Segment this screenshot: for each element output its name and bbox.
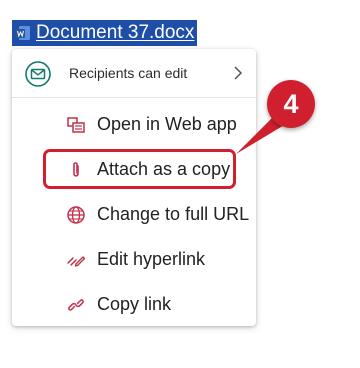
step-number-text: 4 [283,88,299,119]
open-in-web-app-label: Open in Web app [97,114,237,134]
link-icon [66,295,86,315]
globe-icon [66,205,86,225]
document-link[interactable]: Document 37.docx [12,20,198,46]
edit-link-icon [66,250,86,270]
document-link-selection[interactable]: Document 37.docx [12,20,198,46]
document-link-text[interactable]: Document 37.docx [34,22,194,44]
recipients-permission-label: Recipients can edit [69,65,188,81]
open-in-web-app-item[interactable]: Open in Web app [12,105,256,145]
open-web-app-icon [66,115,86,135]
copy-link-label: Copy link [97,294,172,314]
word-document-icon [12,22,34,44]
edit-hyperlink-label: Edit hyperlink [97,249,206,269]
attach-as-copy-highlight-box [43,149,236,189]
mail-icon [25,61,51,87]
change-to-full-url-label: Change to full URL [97,204,250,224]
change-to-full-url-item[interactable]: Change to full URL [12,195,256,235]
edit-hyperlink-item[interactable]: Edit hyperlink [12,240,256,280]
copy-link-item[interactable]: Copy link [12,285,256,325]
chevron-right-icon [232,65,244,81]
step-number-badge: 4 [267,80,315,128]
recipients-permission-item[interactable]: Recipients can edit [12,49,256,98]
